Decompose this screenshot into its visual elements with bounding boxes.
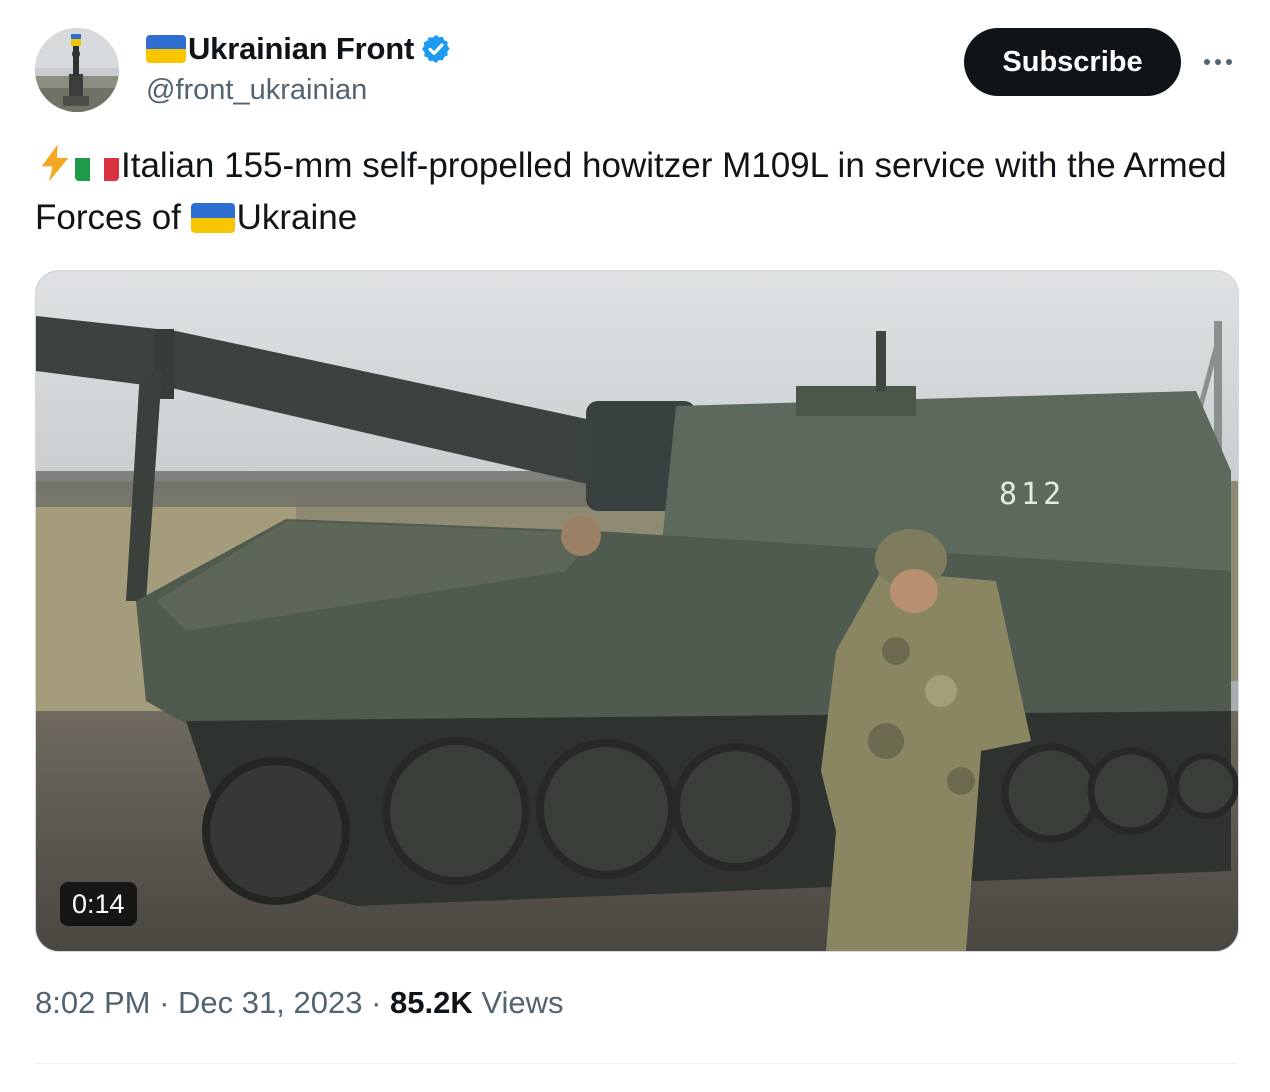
italy-flag-icon [75, 151, 119, 181]
author-name-row[interactable]: Ukrainian Front [146, 30, 452, 68]
avatar-image [35, 28, 119, 112]
video-duration-badge: 0:14 [60, 882, 137, 926]
tweet-text-end: Ukraine [236, 198, 358, 237]
lightning-icon [41, 144, 69, 182]
views-count[interactable]: 85.2K [390, 985, 473, 1020]
video-player[interactable]: 812 [35, 270, 1239, 952]
video-thumbnail [36, 271, 1238, 951]
verified-badge-icon [422, 35, 450, 63]
author-display-name[interactable]: Ukrainian Front [188, 31, 414, 67]
tweet-date[interactable]: Dec 31, 2023 [178, 985, 362, 1020]
more-options-icon[interactable] [1196, 44, 1240, 80]
subscribe-button[interactable]: Subscribe [964, 28, 1181, 96]
divider [35, 1063, 1237, 1064]
avatar[interactable] [35, 28, 119, 112]
vehicle-number: 812 [999, 477, 1066, 512]
tweet-time[interactable]: 8:02 PM [35, 985, 150, 1020]
tweet-text: Italian 155-mm self-propelled howitzer M… [35, 140, 1235, 244]
meta-separator: · [371, 985, 382, 1020]
ukraine-flag-icon [146, 35, 186, 63]
tweet-meta: 8:02 PM · Dec 31, 2023 · 85.2K Views [35, 985, 564, 1021]
views-label: Views [481, 985, 564, 1020]
more-dot [1226, 59, 1232, 65]
ukraine-flag-icon [190, 203, 235, 233]
author-handle[interactable]: @front_ukrainian [146, 74, 367, 107]
meta-separator: · [159, 985, 170, 1020]
tweet-card: Ukrainian Front @front_ukrainian Subscri… [0, 0, 1270, 1092]
more-dot [1204, 59, 1210, 65]
more-dot [1215, 59, 1221, 65]
